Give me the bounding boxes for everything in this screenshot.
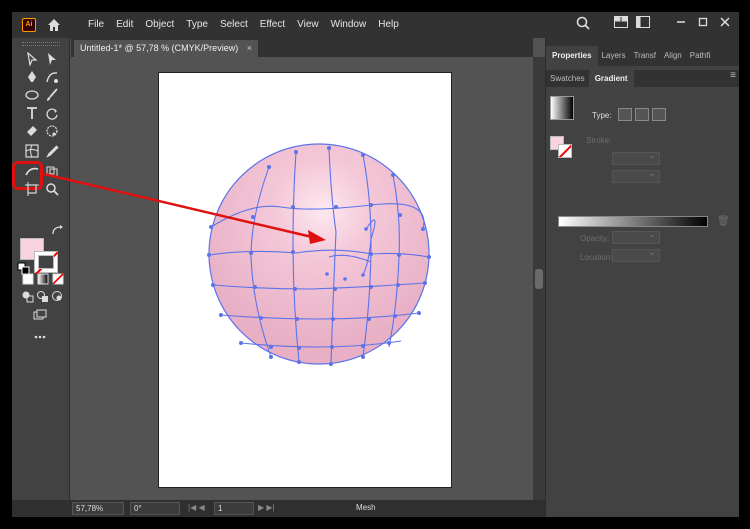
menu-effect[interactable]: Effect [254,12,291,38]
gradient-type-label: Type: [592,111,612,120]
freeform-gradient-button[interactable] [652,108,666,121]
tab-properties[interactable]: Properties [546,46,598,66]
home-icon[interactable] [46,17,62,33]
artboard-tool-icon[interactable] [24,182,40,198]
stroke-swatch-inner [38,255,54,269]
panel-tabs: Properties Layers Transf Align Pathfi [546,46,739,66]
warp-tool-icon[interactable] [44,124,60,140]
rotate-tool-icon[interactable] [44,106,60,122]
tab-transform[interactable]: Transf [630,46,660,66]
tab-gradient[interactable]: Gradient [588,70,634,87]
document-tab[interactable]: Untitled-1* @ 57,78 % (CMYK/Preview) × [74,40,258,57]
draw-normal-icon[interactable] [20,290,36,306]
location-label: Location: [580,253,613,262]
menu-items: File Edit Object Type Select Effect View… [82,12,405,38]
pen-tool-icon[interactable] [24,70,40,86]
rotation-field[interactable]: 0° [130,502,180,515]
zoom-field[interactable]: 57,78% [72,502,124,515]
menu-type[interactable]: Type [180,12,214,38]
artboard-number-field[interactable]: 1 [214,502,254,515]
maximize-icon[interactable] [695,16,711,32]
panel-subtabs: Swatches Gradient ≡ [546,70,739,87]
screen-mode-icon[interactable] [32,308,48,324]
radial-gradient-button[interactable] [635,108,649,121]
color-mode-icon[interactable] [20,272,36,288]
selection-arrow-icon[interactable] [24,51,40,68]
arrange-documents-icon[interactable] [613,16,629,32]
direct-selection-arrow-icon[interactable] [44,52,60,68]
tab-swatches[interactable]: Swatches [546,70,589,87]
artboard-nav-next[interactable]: ▶ ▶| [258,503,275,512]
toolbar-grip[interactable] [22,42,60,46]
eyedropper-tool-icon[interactable] [44,144,60,160]
ellipse-tool-icon[interactable] [24,88,40,104]
vertical-scrollbar[interactable] [533,57,545,504]
app-window: Ai File Edit Object Type Select Effect V… [12,12,739,517]
document-tab-title: Untitled-1* @ 57,78 % (CMYK/Preview) [80,43,239,53]
menu-bar: Ai File Edit Object Type Select Effect V… [12,12,739,38]
more-tools-icon[interactable] [32,330,48,346]
menu-window[interactable]: Window [325,12,373,38]
menu-select[interactable]: Select [214,12,254,38]
live-paint-icon[interactable] [44,164,60,180]
minimize-icon[interactable] [673,16,689,32]
gradient-mode-icon[interactable] [35,272,51,288]
delete-stop-icon[interactable]: 🗑 [717,216,730,227]
vertical-scroll-thumb[interactable] [535,269,543,289]
opacity-field[interactable] [612,229,660,244]
panel-grip[interactable] [546,38,739,46]
menu-help[interactable]: Help [372,12,405,38]
status-bar: 57,78% 0° |◀ ◀ 1 ▶ ▶| Mesh [12,500,545,517]
mesh-tool-icon[interactable] [24,144,40,160]
type-tool-icon[interactable] [24,106,40,122]
current-tool-label: Mesh [356,503,376,512]
paintbrush-tool-icon[interactable] [44,88,60,104]
menu-file[interactable]: File [82,12,110,38]
aspect-ratio-field[interactable] [612,168,660,183]
draw-inside-icon[interactable] [50,290,66,306]
tab-layers[interactable]: Layers [598,46,630,66]
linear-gradient-button[interactable] [618,108,632,121]
zoom-tool-icon[interactable] [44,182,60,198]
menu-object[interactable]: Object [139,12,180,38]
canvas-area[interactable] [71,57,533,500]
angle-field[interactable] [612,150,660,165]
tab-close-icon[interactable]: × [247,40,252,57]
window-controls [575,16,733,32]
menu-edit[interactable]: Edit [110,12,139,38]
document-tab-bar: Untitled-1* @ 57,78 % (CMYK/Preview) × [71,38,533,57]
workspace-icon[interactable] [635,16,651,32]
menu-view[interactable]: View [291,12,325,38]
properties-panel: Properties Layers Transf Align Pathfi Sw… [545,38,739,517]
eraser-tool-icon[interactable] [24,124,40,140]
none-mode-icon[interactable] [50,272,66,288]
opacity-label: Opacity: [580,234,610,243]
tab-pathfinder[interactable]: Pathfi [686,46,714,66]
blend-tool-icon[interactable] [24,164,40,180]
curvature-tool-icon[interactable] [44,70,60,86]
tools-panel [12,38,70,504]
draw-behind-icon[interactable] [35,290,51,306]
panel-menu-icon[interactable]: ≡ [730,70,736,81]
close-icon[interactable] [717,16,733,32]
stroke-label: Stroke: [586,136,612,145]
search-icon[interactable] [575,16,591,32]
gradient-stroke-swatch[interactable] [558,144,572,158]
swap-colors-icon[interactable] [50,224,66,240]
app-logo: Ai [22,18,36,32]
location-field[interactable] [612,247,660,262]
tab-align[interactable]: Align [660,46,686,66]
artboard-nav-prev[interactable]: |◀ ◀ [188,503,205,512]
mesh-object[interactable] [71,57,533,500]
gradient-slider[interactable] [558,216,708,227]
gradient-preview-swatch[interactable] [550,96,574,120]
